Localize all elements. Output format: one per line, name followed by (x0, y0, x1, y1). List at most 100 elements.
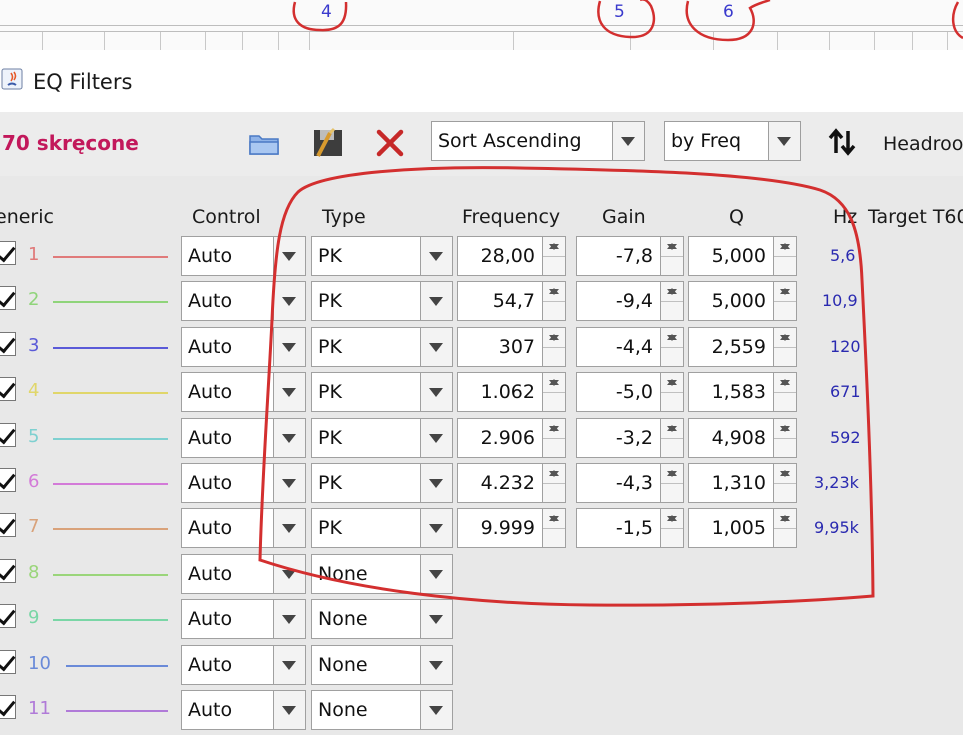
filter-enabled-checkbox[interactable] (0, 513, 16, 537)
spin-down-icon[interactable] (774, 464, 796, 483)
spin-down-icon[interactable] (543, 464, 565, 483)
gain-input[interactable]: -7,8 (576, 236, 684, 276)
q-input[interactable]: 5,000 (688, 281, 797, 321)
spin-down-icon[interactable] (661, 509, 683, 528)
control-select[interactable]: Auto (181, 418, 306, 458)
frequency-spinner[interactable] (542, 328, 565, 366)
spin-down-icon[interactable] (543, 419, 565, 438)
control-select[interactable]: Auto (181, 599, 306, 639)
chevron-down-icon[interactable] (420, 646, 452, 684)
spin-down-icon[interactable] (661, 464, 683, 483)
chevron-down-icon[interactable] (420, 509, 452, 547)
chevron-down-icon[interactable] (420, 373, 452, 411)
frequency-spinner[interactable] (542, 464, 565, 502)
type-select[interactable]: PK (311, 418, 453, 458)
gain-spinner[interactable] (660, 282, 683, 320)
type-select[interactable]: None (311, 554, 453, 594)
q-input[interactable]: 1,583 (688, 372, 797, 412)
q-spinner[interactable] (773, 464, 796, 502)
gain-input[interactable]: -9,4 (576, 281, 684, 321)
gain-spinner[interactable] (660, 237, 683, 275)
q-spinner[interactable] (773, 237, 796, 275)
chevron-down-icon[interactable] (420, 328, 452, 366)
spin-down-icon[interactable] (661, 237, 683, 256)
type-select[interactable]: PK (311, 508, 453, 548)
frequency-input[interactable]: 2.906 (457, 418, 566, 458)
filter-enabled-checkbox[interactable] (0, 286, 16, 310)
filter-enabled-checkbox[interactable] (0, 650, 16, 674)
chevron-down-icon[interactable] (273, 509, 305, 547)
frequency-spinner[interactable] (542, 282, 565, 320)
chevron-down-icon[interactable] (273, 464, 305, 502)
type-select[interactable]: PK (311, 236, 453, 276)
frequency-input[interactable]: 54,7 (457, 281, 566, 321)
chevron-down-icon[interactable] (420, 464, 452, 502)
type-select[interactable]: None (311, 645, 453, 685)
spin-down-icon[interactable] (543, 328, 565, 347)
q-input[interactable]: 2,559 (688, 327, 797, 367)
spin-down-icon[interactable] (774, 373, 796, 392)
frequency-spinner[interactable] (542, 419, 565, 457)
type-select[interactable]: PK (311, 463, 453, 503)
spin-down-icon[interactable] (543, 509, 565, 528)
type-select[interactable]: PK (311, 327, 453, 367)
spin-down-icon[interactable] (543, 373, 565, 392)
chevron-down-icon[interactable] (273, 555, 305, 593)
chevron-down-icon[interactable] (612, 122, 644, 160)
spin-down-icon[interactable] (661, 282, 683, 301)
gain-input[interactable]: -3,2 (576, 418, 684, 458)
q-input[interactable]: 5,000 (688, 236, 797, 276)
type-select[interactable]: PK (311, 281, 453, 321)
filter-enabled-checkbox[interactable] (0, 695, 16, 719)
chevron-down-icon[interactable] (768, 122, 800, 160)
gain-input[interactable]: -4,3 (576, 463, 684, 503)
filter-enabled-checkbox[interactable] (0, 377, 16, 401)
gain-input[interactable]: -5,0 (576, 372, 684, 412)
q-input[interactable]: 1,310 (688, 463, 797, 503)
frequency-input[interactable]: 28,00 (457, 236, 566, 276)
sort-order-select[interactable]: Sort Ascending (431, 121, 645, 161)
spin-down-icon[interactable] (774, 509, 796, 528)
frequency-spinner[interactable] (542, 237, 565, 275)
chevron-down-icon[interactable] (420, 600, 452, 638)
q-spinner[interactable] (773, 419, 796, 457)
filter-enabled-checkbox[interactable] (0, 559, 16, 583)
sort-toggle-icon[interactable] (827, 128, 857, 156)
gain-input[interactable]: -1,5 (576, 508, 684, 548)
type-select[interactable]: None (311, 599, 453, 639)
chevron-down-icon[interactable] (273, 373, 305, 411)
filter-enabled-checkbox[interactable] (0, 604, 16, 628)
q-input[interactable]: 1,005 (688, 508, 797, 548)
control-select[interactable]: Auto (181, 508, 306, 548)
gain-spinner[interactable] (660, 464, 683, 502)
delete-icon[interactable] (375, 128, 405, 158)
chevron-down-icon[interactable] (273, 646, 305, 684)
type-select[interactable]: None (311, 690, 453, 730)
spin-down-icon[interactable] (774, 237, 796, 256)
frequency-spinner[interactable] (542, 509, 565, 547)
chevron-down-icon[interactable] (273, 600, 305, 638)
spin-down-icon[interactable] (774, 282, 796, 301)
control-select[interactable]: Auto (181, 463, 306, 503)
spin-down-icon[interactable] (774, 419, 796, 438)
control-select[interactable]: Auto (181, 372, 306, 412)
chevron-down-icon[interactable] (420, 419, 452, 457)
chevron-down-icon[interactable] (420, 237, 452, 275)
spin-down-icon[interactable] (661, 328, 683, 347)
gain-spinner[interactable] (660, 373, 683, 411)
chevron-down-icon[interactable] (273, 419, 305, 457)
control-select[interactable]: Auto (181, 690, 306, 730)
chevron-down-icon[interactable] (273, 237, 305, 275)
chevron-down-icon[interactable] (273, 328, 305, 366)
chevron-down-icon[interactable] (273, 691, 305, 729)
filter-enabled-checkbox[interactable] (0, 241, 16, 265)
control-select[interactable]: Auto (181, 554, 306, 594)
frequency-input[interactable]: 4.232 (457, 463, 566, 503)
spin-down-icon[interactable] (543, 282, 565, 301)
q-spinner[interactable] (773, 509, 796, 547)
frequency-input[interactable]: 1.062 (457, 372, 566, 412)
frequency-input[interactable]: 307 (457, 327, 566, 367)
chevron-down-icon[interactable] (420, 282, 452, 320)
gain-spinner[interactable] (660, 509, 683, 547)
chevron-down-icon[interactable] (420, 691, 452, 729)
